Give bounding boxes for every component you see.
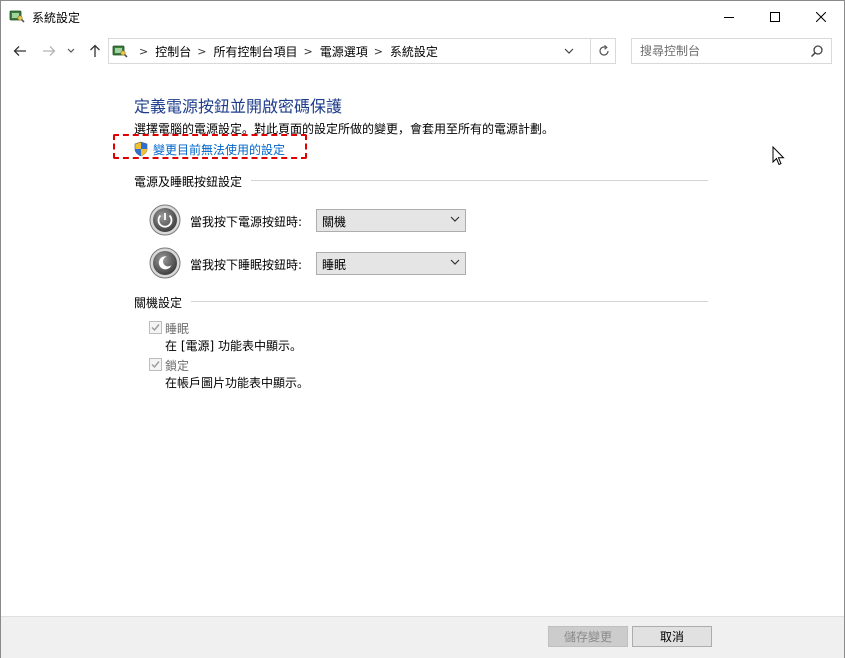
power-options-app-icon <box>9 10 25 23</box>
breadcrumb-separator-icon[interactable]: > <box>374 45 383 58</box>
lock-checkbox-label: 鎖定 <box>165 359 190 373</box>
close-icon <box>816 11 826 22</box>
sleep-checkbox-label: 睡眠 <box>165 322 190 336</box>
lock-checkbox[interactable] <box>149 358 162 371</box>
power-button-label: 當我按下電源按鈕時: <box>190 215 303 229</box>
lock-checkbox-description: 在帳戶圖片功能表中顯示。 <box>165 376 310 390</box>
title-bar: 系統設定 <box>1 1 844 32</box>
search-input[interactable] <box>632 39 810 63</box>
mouse-cursor-icon <box>772 146 785 166</box>
power-button-action-select[interactable]: 關機 <box>316 209 466 232</box>
address-bar[interactable]: > 控制台 > 所有控制台項目 > 電源選項 > 系統設定 <box>108 38 616 64</box>
sleep-button-action-value: 睡眠 <box>322 258 347 272</box>
close-button[interactable] <box>798 1 844 32</box>
address-history-dropdown[interactable] <box>556 39 582 63</box>
highlight-box <box>113 134 307 159</box>
breadcrumb-all-items[interactable]: 所有控制台項目 <box>213 43 297 60</box>
breadcrumb-power-options[interactable]: 電源選項 <box>320 43 368 60</box>
search-box[interactable] <box>631 38 832 64</box>
sleep-checkbox[interactable] <box>149 321 162 334</box>
maximize-button[interactable] <box>752 1 798 32</box>
power-button-action-value: 關機 <box>322 215 347 229</box>
arrow-right-icon <box>43 46 56 56</box>
refresh-icon <box>598 45 609 56</box>
save-changes-button[interactable]: 儲存變更 <box>548 626 628 647</box>
section-divider <box>191 301 708 302</box>
recent-locations-button[interactable] <box>64 41 78 61</box>
checkmark-icon <box>151 324 160 332</box>
minimize-button[interactable] <box>706 1 752 32</box>
up-button[interactable] <box>85 41 105 61</box>
chevron-down-icon <box>564 48 574 54</box>
cancel-button[interactable]: 取消 <box>632 626 712 647</box>
sleep-checkbox-description: 在 [電源] 功能表中顯示。 <box>165 339 302 353</box>
minimize-icon <box>724 16 734 18</box>
breadcrumb-control-panel[interactable]: 控制台 <box>155 43 191 60</box>
breadcrumb-system-settings[interactable]: 系統設定 <box>390 43 438 60</box>
window-title: 系統設定 <box>32 11 81 25</box>
refresh-button[interactable] <box>590 39 616 63</box>
power-buttons-section-heading: 電源及睡眠按鈕設定 <box>134 175 243 189</box>
arrow-left-icon <box>13 46 26 56</box>
footer-bar: 儲存變更 取消 <box>1 616 844 658</box>
arrow-up-icon <box>90 44 100 57</box>
breadcrumb-separator-icon[interactable]: > <box>303 45 312 58</box>
sleep-button-action-select[interactable]: 睡眠 <box>316 252 466 275</box>
page-title: 定義電源按鈕並開啟密碼保護 <box>134 97 343 116</box>
chevron-down-icon <box>450 216 460 222</box>
chevron-down-icon <box>450 259 460 265</box>
sleep-button-label: 當我按下睡眠按鈕時: <box>190 258 303 272</box>
search-icon[interactable] <box>810 44 824 58</box>
section-divider <box>251 180 708 181</box>
maximize-icon <box>770 11 780 22</box>
forward-button[interactable] <box>39 41 59 61</box>
breadcrumb: > 控制台 > 所有控制台項目 > 電源選項 > 系統設定 <box>133 39 438 63</box>
system-settings-window: 系統設定 > 控制台 > 所有控制台項目 > 電源選項 > 系統設定 搜尋控制台… <box>0 0 845 658</box>
sleep-button-icon <box>149 247 181 279</box>
shutdown-section-heading: 關機設定 <box>134 296 183 310</box>
checkmark-icon <box>151 361 160 369</box>
breadcrumb-separator-icon[interactable]: > <box>197 45 206 58</box>
back-button[interactable] <box>10 41 30 61</box>
breadcrumb-separator-icon[interactable]: > <box>139 45 148 58</box>
power-button-icon <box>149 204 181 236</box>
power-options-folder-icon <box>112 45 128 58</box>
chevron-down-icon <box>67 48 75 53</box>
